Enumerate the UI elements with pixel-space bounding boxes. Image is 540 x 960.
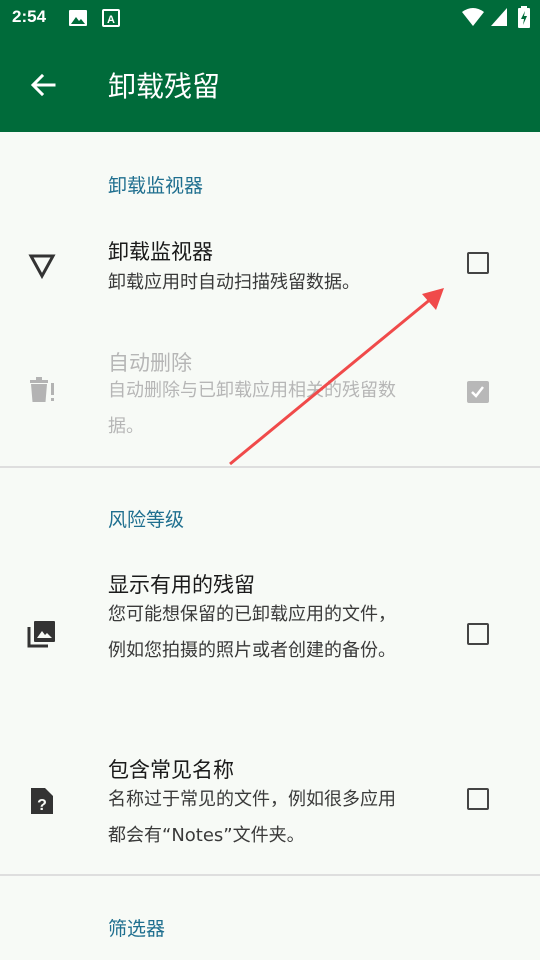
triangle-outline-icon	[28, 254, 56, 280]
setting-item-uninstall-watcher[interactable]: 卸载监视器 卸载应用时自动扫描残留数据。	[0, 220, 540, 315]
section-header-risk-level: 风险等级	[108, 509, 185, 531]
setting-subtitle: 自动删除与已卸载应用相关的残留数据。	[108, 380, 396, 437]
setting-title: 包含常见名称	[108, 758, 234, 782]
setting-item-auto-delete: 自动删除 自动删除与已卸载应用相关的残留数据。	[0, 335, 540, 455]
wifi-icon	[462, 8, 484, 26]
divider	[0, 874, 540, 876]
back-arrow-icon[interactable]	[28, 70, 58, 100]
setting-subtitle: 您可能想保留的已卸载应用的文件，例如您拍摄的照片或者创建的备份。	[108, 604, 396, 661]
svg-text:A: A	[107, 14, 115, 26]
include-common-names-checkbox[interactable]	[467, 788, 489, 810]
setting-title: 卸载监视器	[108, 240, 213, 264]
trash-alert-icon	[30, 377, 54, 402]
check-icon	[471, 386, 484, 398]
app-bar: 卸载残留	[0, 36, 540, 132]
setting-subtitle: 名称过于常见的文件，例如很多应用都会有“Notes”文件夹。	[108, 789, 396, 846]
uninstall-watcher-checkbox[interactable]	[467, 252, 489, 274]
setting-item-show-useful-leftovers[interactable]: 显示有用的残留 您可能想保留的已卸载应用的文件，例如您拍摄的照片或者创建的备份。	[0, 555, 540, 715]
section-header-filters: 筛选器	[108, 918, 166, 940]
setting-subtitle: 卸载应用时自动扫描残留数据。	[108, 272, 360, 293]
text-a-icon: A	[102, 9, 120, 27]
image-icon	[69, 10, 87, 26]
signal-icon	[491, 8, 507, 26]
image-stack-icon	[27, 621, 55, 648]
divider	[0, 466, 540, 468]
auto-delete-checkbox	[467, 381, 489, 403]
battery-charging-icon	[518, 6, 530, 28]
status-bar: 2:54 A	[0, 0, 540, 36]
setting-title: 显示有用的残留	[108, 573, 255, 597]
section-header-uninstall-watcher: 卸载监视器	[108, 175, 204, 197]
page-title: 卸载残留	[108, 70, 221, 103]
svg-text:?: ?	[37, 797, 47, 814]
file-question-icon: ?	[31, 788, 53, 814]
status-time: 2:54	[12, 7, 47, 26]
setting-item-include-common-names[interactable]: ? 包含常见名称 名称过于常见的文件，例如很多应用都会有“Notes”文件夹。	[0, 740, 540, 865]
show-useful-leftovers-checkbox[interactable]	[467, 623, 489, 645]
